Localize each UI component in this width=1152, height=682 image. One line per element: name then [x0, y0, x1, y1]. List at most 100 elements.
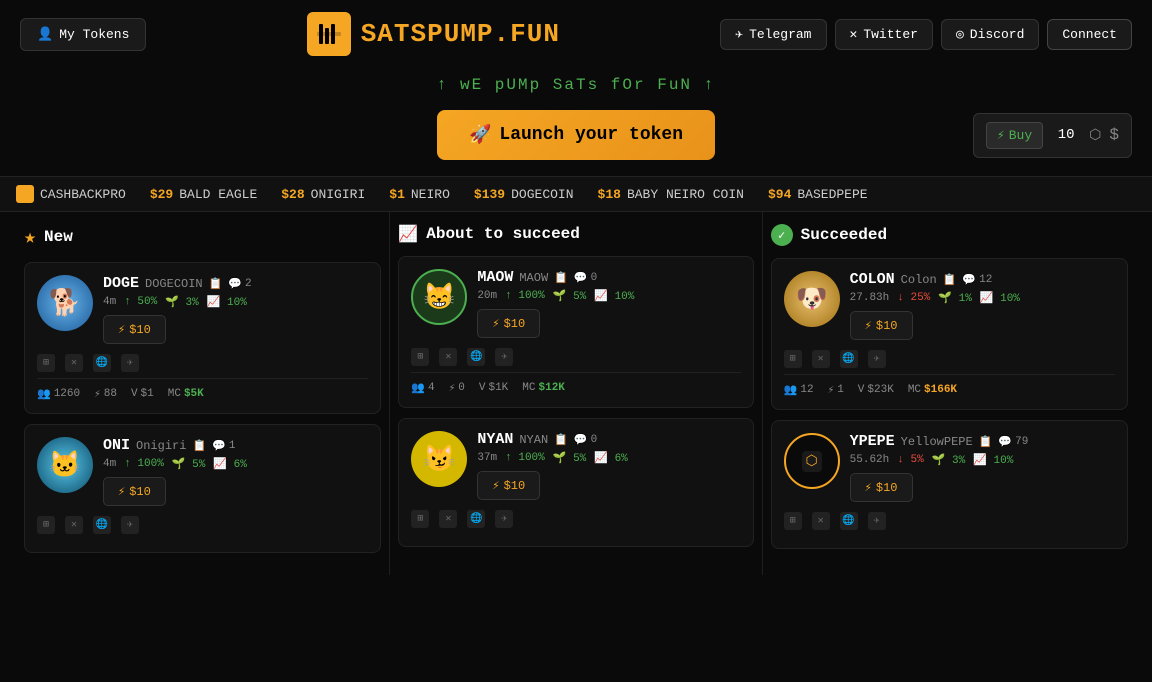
holders-count: 👥1260 — [37, 387, 80, 401]
card-top: 🐱 ONI Onigiri 📋 💬 1 4m ↑ 100% 🌱 5% 📈 6% — [37, 437, 368, 506]
buy-10-button-ypepe[interactable]: ⚡ $10 — [850, 473, 913, 502]
buys-count: ⚡0 — [449, 381, 465, 395]
token-card-nyan: 😼 NYAN NYAN 📋 💬 0 37m ↑ 100% 🌱 5% 📈 6% — [398, 418, 753, 547]
nav-buttons: ✈ Telegram ✕ Twitter ◎ Discord Connect — [720, 19, 1132, 50]
telegram-sm-icon[interactable]: ✈ — [868, 350, 886, 368]
ticker-item: $29 BALD EAGLE — [150, 187, 257, 202]
x-icon[interactable]: ✕ — [65, 516, 83, 534]
my-tokens-button[interactable]: 👤 My Tokens — [20, 18, 146, 51]
grid-icon[interactable]: ⊞ — [411, 510, 429, 528]
buy-amount-label: $10 — [129, 485, 151, 499]
token-card-colon: 🐶 COLON Colon 📋 💬 12 27.83h ↓ 25% 🌱 1% 📈… — [771, 258, 1128, 410]
buy-area: ⚡ Buy ⬡ $ — [973, 113, 1132, 158]
buy-10-button-doge[interactable]: ⚡ $10 — [103, 315, 166, 344]
token-info: COLON Colon 📋 💬 12 27.83h ↓ 25% 🌱 1% 📈 1… — [850, 271, 1115, 340]
token-stats: 27.83h ↓ 25% 🌱 1% 📈 10% — [850, 291, 1115, 305]
buy-amount-label: $10 — [129, 323, 151, 337]
discord-button[interactable]: ◎ Discord — [941, 19, 1039, 50]
ticker-cashback: CASHBACKPRO — [40, 187, 126, 202]
token-name-row: NYAN NYAN 📋 💬 0 — [477, 431, 740, 448]
discord-label: Discord — [970, 27, 1025, 42]
new-section-header: ★ New — [24, 224, 381, 250]
token-avatar-ypepe[interactable]: ⬡ — [784, 433, 840, 489]
card-footer: 👥4 ⚡0 V$1K MC $12K — [411, 372, 740, 395]
token-time: 37m — [477, 452, 497, 464]
launch-button[interactable]: 🚀 Launch your token — [437, 110, 715, 160]
globe-icon[interactable]: 🌐 — [467, 510, 485, 528]
buy-button[interactable]: ⚡ Buy — [986, 122, 1043, 149]
buy-label: Buy — [1009, 128, 1032, 143]
token-fullname: DOGECOIN — [145, 277, 203, 291]
telegram-icon: ✈ — [735, 27, 743, 42]
chat-count: 💬 1 — [212, 439, 235, 453]
x-icon[interactable]: ✕ — [812, 350, 830, 368]
token-avatar-doge[interactable]: 🐕 — [37, 275, 93, 331]
telegram-sm-icon[interactable]: ✈ — [868, 512, 886, 530]
chat-count: 💬 0 — [574, 271, 597, 285]
buy-amount-label: $10 — [504, 479, 526, 493]
tagline: ↑ wE pUMp SaTs fOr FuN ↑ — [0, 68, 1152, 110]
x-icon[interactable]: ✕ — [439, 348, 457, 366]
buy-10-button-maow[interactable]: ⚡ $10 — [477, 309, 540, 338]
token-fullname: NYAN — [519, 433, 548, 447]
logo-fun: FUN — [510, 19, 560, 49]
token-avatar-maow[interactable]: 😸 — [411, 269, 467, 325]
x-icon[interactable]: ✕ — [439, 510, 457, 528]
lightning-icon-sm: ⚡ — [865, 480, 872, 495]
token-avatar-nyan[interactable]: 😼 — [411, 431, 467, 487]
twitter-button[interactable]: ✕ Twitter — [835, 19, 933, 50]
mc-value: MC $5K — [168, 388, 204, 400]
connect-button[interactable]: Connect — [1047, 19, 1132, 50]
token-avatar-oni[interactable]: 🐱 — [37, 437, 93, 493]
token-info: MAOW MAOW 📋 💬 0 20m ↑ 100% 🌱 5% 📈 10% ⚡ … — [477, 269, 740, 338]
globe-icon[interactable]: 🌐 — [93, 354, 111, 372]
buy-10-button-nyan[interactable]: ⚡ $10 — [477, 471, 540, 500]
telegram-sm-icon[interactable]: ✈ — [121, 354, 139, 372]
holders-count: 👥4 — [411, 381, 434, 395]
lightning-icon-sm: ⚡ — [118, 484, 125, 499]
token-time: 4m — [103, 458, 116, 470]
ticker-item: $18 BABY NEIRO COIN — [598, 187, 744, 202]
grid-icon[interactable]: ⊞ — [784, 512, 802, 530]
token-card-doge: 🐕 DOGE DOGECOIN 📋 💬 2 4m ↑ 50% 🌱 3% 📈 10… — [24, 262, 381, 414]
grid-icon[interactable]: ⊞ — [37, 354, 55, 372]
grid-icon[interactable]: ⊞ — [37, 516, 55, 534]
rocket-icon: 🚀 — [469, 124, 491, 146]
ticker-logo — [16, 185, 34, 203]
buy-amount-label: $10 — [876, 481, 898, 495]
buys-count: ⚡1 — [828, 383, 844, 397]
x-icon[interactable]: ✕ — [812, 512, 830, 530]
logo-text: SATSPUMP.FUN — [361, 19, 560, 49]
copy-icon: 📋 — [554, 433, 568, 447]
token-stats: 4m ↑ 50% 🌱 3% 📈 10% — [103, 295, 368, 309]
my-tokens-label: My Tokens — [59, 27, 129, 42]
discord-icon: ◎ — [956, 27, 964, 42]
globe-icon[interactable]: 🌐 — [840, 350, 858, 368]
buy-10-button-colon[interactable]: ⚡ $10 — [850, 311, 913, 340]
grid-icon[interactable]: ⊞ — [411, 348, 429, 366]
globe-icon[interactable]: 🌐 — [467, 348, 485, 366]
globe-icon[interactable]: 🌐 — [93, 516, 111, 534]
twitter-label: Twitter — [863, 27, 918, 42]
buy-10-button-oni[interactable]: ⚡ $10 — [103, 477, 166, 506]
copy-icon: 📋 — [192, 439, 206, 453]
main-content: ★ New 🐕 DOGE DOGECOIN 📋 💬 2 4m ↑ 50% — [0, 212, 1152, 575]
holders-count: 👥12 — [784, 383, 814, 397]
about-to-succeed-header: 📈 About to succeed — [398, 224, 753, 244]
social-row: ⊞ ✕ 🌐 ✈ — [411, 510, 740, 528]
connect-label: Connect — [1062, 27, 1117, 42]
token-info: NYAN NYAN 📋 💬 0 37m ↑ 100% 🌱 5% 📈 6% ⚡ $… — [477, 431, 740, 500]
globe-icon[interactable]: 🌐 — [840, 512, 858, 530]
telegram-sm-icon[interactable]: ✈ — [495, 510, 513, 528]
telegram-button[interactable]: ✈ Telegram — [720, 19, 826, 50]
x-icon[interactable]: ✕ — [65, 354, 83, 372]
telegram-sm-icon[interactable]: ✈ — [121, 516, 139, 534]
volume-value: V$1K — [479, 382, 508, 394]
lightning-icon-sm: ⚡ — [492, 478, 499, 493]
ticker-item: $139 DOGECOIN — [474, 187, 574, 202]
logo-icon — [307, 12, 351, 56]
buy-amount-input[interactable] — [1051, 127, 1081, 143]
grid-icon[interactable]: ⊞ — [784, 350, 802, 368]
telegram-sm-icon[interactable]: ✈ — [495, 348, 513, 366]
token-avatar-colon[interactable]: 🐶 — [784, 271, 840, 327]
